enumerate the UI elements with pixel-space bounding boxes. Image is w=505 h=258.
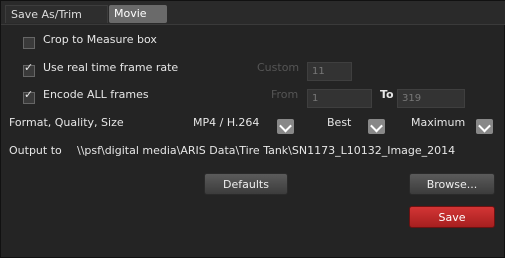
quality-select-value[interactable]: Best (327, 116, 351, 129)
tab-save-as-trim[interactable]: Save As/Trim (5, 5, 108, 23)
crop-label: Crop to Measure box (43, 33, 157, 46)
realtime-checkbox[interactable] (23, 61, 35, 77)
crop-checkbox[interactable] (23, 37, 35, 49)
tab-bar: Save As/Trim Movie (1, 1, 505, 25)
size-chevron-down-icon[interactable] (476, 119, 493, 134)
custom-fps-field[interactable]: 11 (307, 62, 352, 81)
from-frame-field[interactable]: 1 (307, 89, 372, 108)
defaults-button[interactable]: Defaults (204, 173, 288, 195)
format-select-value[interactable]: MP4 / H.264 (193, 116, 259, 129)
output-path: \\psf\digital media\ARIS Data\Tire Tank\… (77, 144, 456, 157)
to-frame-field[interactable]: 319 (397, 89, 465, 108)
browse-button[interactable]: Browse... (409, 173, 495, 195)
output-label: Output to (9, 144, 62, 157)
to-label: To (380, 88, 394, 101)
encode-all-checkbox[interactable] (23, 88, 35, 104)
format-label: Format, Quality, Size (9, 116, 124, 129)
encode-all-label: Encode ALL frames (43, 88, 149, 101)
quality-chevron-down-icon[interactable] (368, 119, 385, 134)
from-label: From (271, 88, 299, 101)
movie-export-panel: Save As/Trim Movie Crop to Measure box U… (0, 0, 505, 258)
size-select-value[interactable]: Maximum (411, 116, 465, 129)
format-chevron-down-icon[interactable] (277, 119, 294, 134)
save-button[interactable]: Save (409, 206, 495, 228)
realtime-label: Use real time frame rate (43, 61, 179, 74)
custom-label: Custom (257, 61, 300, 74)
tab-movie[interactable]: Movie (109, 5, 167, 23)
